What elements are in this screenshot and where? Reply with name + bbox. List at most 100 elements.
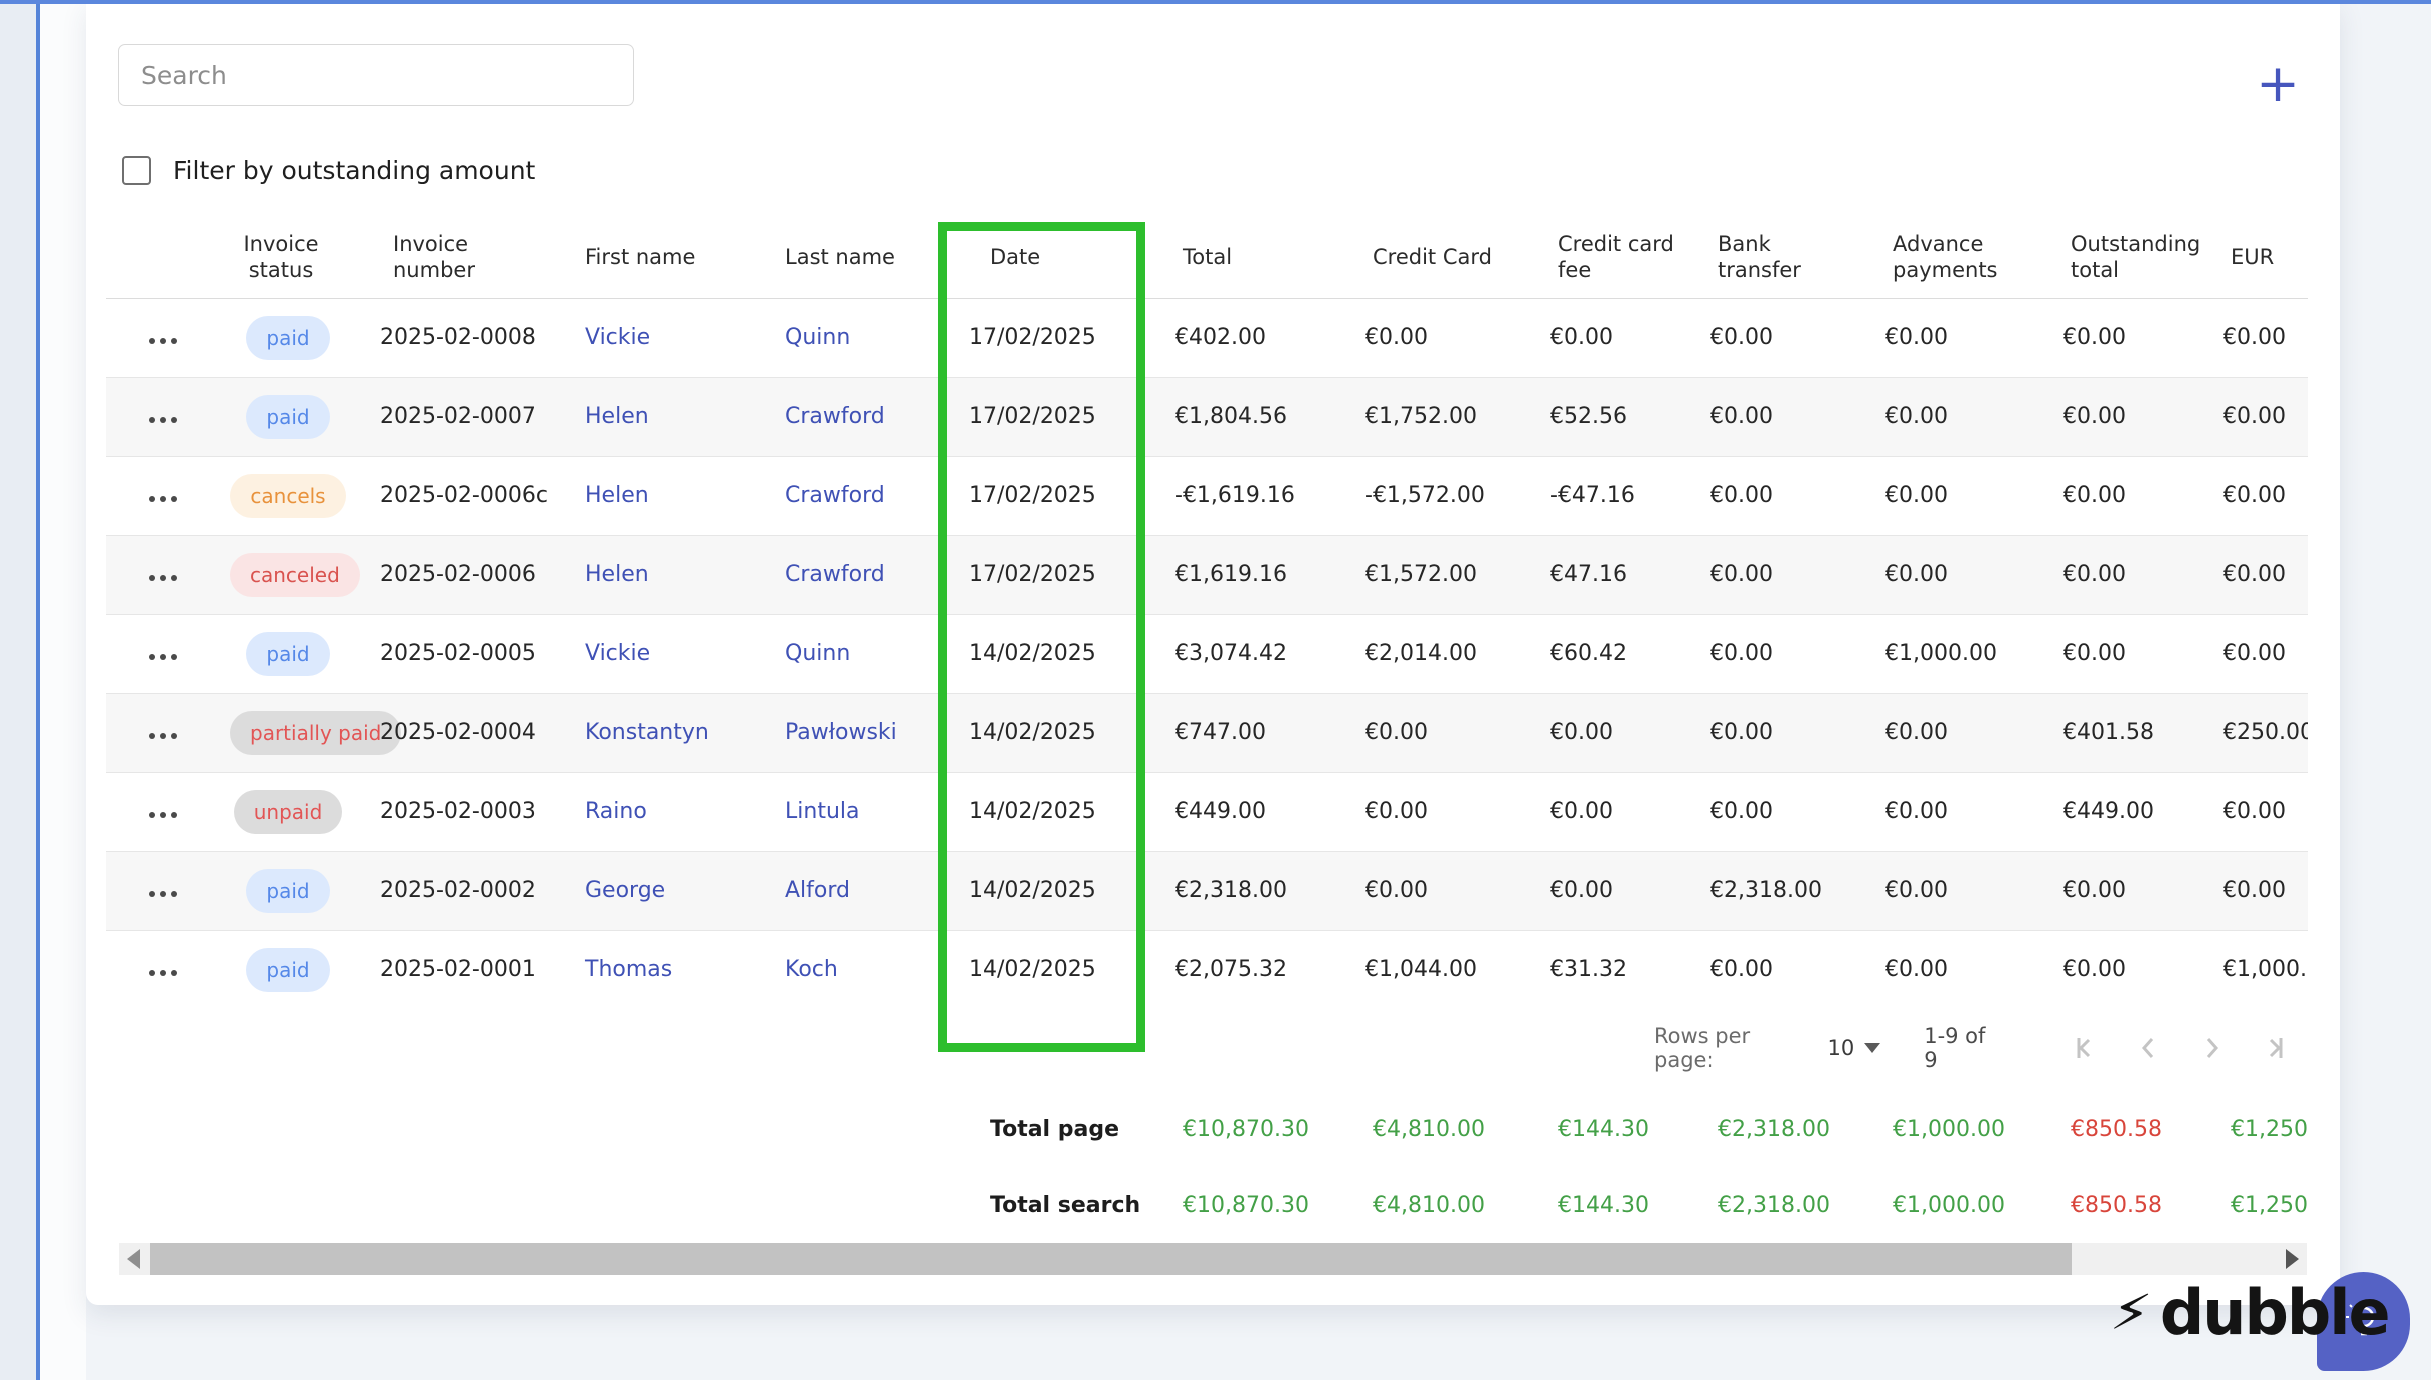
row-menu-button[interactable] — [149, 811, 177, 818]
amount-cell: €0.00 — [2039, 930, 2199, 1009]
horizontal-scrollbar[interactable] — [119, 1243, 2307, 1275]
amount-cell: €0.00 — [1550, 324, 1613, 350]
last-name-link[interactable]: Pawłowski — [785, 720, 897, 745]
date-cell: 14/02/2025 — [945, 772, 1151, 852]
first-name-link[interactable]: Konstantyn — [585, 720, 709, 745]
totals-value: €1,250.00 — [2231, 1193, 2308, 1218]
previous-page-button[interactable] — [2133, 1033, 2163, 1063]
table-row: paid 2025-02-0005 Vickie Quinn 14/02/2025 €3,… — [106, 614, 2308, 694]
last-name-link[interactable]: Lintula — [785, 799, 859, 824]
first-name-link[interactable]: Helen — [585, 404, 649, 429]
amount-cell: -€1,572.00 — [1341, 456, 1526, 536]
pagination: Rows per page: 10 1-9 of 9 — [1654, 1024, 2308, 1072]
amount-cell: €0.00 — [2199, 772, 2308, 852]
first-name-link[interactable]: Vickie — [585, 325, 650, 350]
date-cell: 14/02/2025 — [945, 614, 1151, 694]
date-cell: 17/02/2025 — [945, 456, 1151, 536]
first-name-link[interactable]: Helen — [585, 483, 649, 508]
column-header-invoice-number: Invoice number — [356, 216, 561, 299]
totals-value: €10,870.30 — [1183, 1193, 1309, 1218]
total-search-row: Total search €10,870.30 €4,810.00 €144.30 €2… — [106, 1186, 2308, 1230]
amount-cell: €0.00 — [1341, 772, 1526, 852]
amount-cell: €0.00 — [1686, 930, 1861, 1009]
row-menu-button[interactable] — [149, 574, 177, 581]
totals-value: €1,250.00 — [2231, 1117, 2308, 1142]
last-name-link[interactable]: Quinn — [785, 325, 850, 350]
amount-cell: €0.00 — [1710, 324, 1773, 350]
amount-cell: €0.00 — [1686, 614, 1861, 694]
last-name-link[interactable]: Crawford — [785, 404, 885, 429]
first-name-link[interactable]: Vickie — [585, 641, 650, 666]
column-header-credit-card: Credit Card — [1341, 216, 1526, 299]
amount-cell: -€1,619.16 — [1151, 456, 1341, 536]
column-header-outstanding-total: Outstanding total — [2039, 216, 2200, 299]
first-name-link[interactable]: Thomas — [585, 957, 672, 982]
row-menu-button[interactable] — [149, 416, 177, 423]
row-menu-button[interactable] — [149, 890, 177, 897]
totals-value: €850.58 — [2071, 1193, 2162, 1218]
amount-cell: €0.00 — [1861, 851, 2039, 931]
amount-cell: €0.00 — [2063, 324, 2126, 350]
invoices-table-zone: Invoice status Invoice number First name La… — [106, 0, 2308, 1305]
amount-cell: €1,000.00 — [1861, 614, 2039, 694]
amount-cell: €449.00 — [2039, 772, 2199, 852]
totals-value: €4,810.00 — [1373, 1193, 1485, 1218]
scroll-left-arrow-icon[interactable] — [127, 1249, 140, 1269]
last-name-link[interactable]: Crawford — [785, 483, 885, 508]
first-page-button[interactable] — [2069, 1033, 2099, 1063]
last-name-link[interactable]: Koch — [785, 957, 838, 982]
row-menu-button[interactable] — [149, 495, 177, 502]
first-name-link[interactable]: George — [585, 878, 665, 903]
amount-cell: €0.00 — [1365, 324, 1428, 350]
logo-text: dubble — [2159, 1276, 2391, 1349]
rows-per-page-label: Rows per page: — [1654, 1024, 1751, 1072]
rows-per-page-value: 10 — [1827, 1036, 1855, 1060]
amount-cell: €747.00 — [1151, 693, 1341, 773]
first-name-link[interactable]: Helen — [585, 562, 649, 587]
row-menu-button[interactable] — [149, 969, 177, 976]
amount-cell: €0.00 — [2039, 377, 2199, 457]
date-cell: 17/02/2025 — [945, 377, 1151, 457]
row-menu-button[interactable] — [149, 653, 177, 660]
totals-value: €850.58 — [2071, 1117, 2162, 1142]
amount-cell: €0.00 — [1526, 693, 1686, 773]
amount-cell: €0.00 — [1341, 693, 1526, 773]
row-menu-button[interactable] — [149, 337, 177, 344]
last-name-link[interactable]: Alford — [785, 878, 850, 903]
last-name-link[interactable]: Crawford — [785, 562, 885, 587]
amount-cell: €0.00 — [2199, 535, 2308, 615]
last-name-link[interactable]: Quinn — [785, 641, 850, 666]
amount-cell: €0.00 — [1885, 324, 1948, 350]
amount-cell: €0.00 — [2199, 614, 2308, 694]
chevron-down-icon — [1864, 1043, 1881, 1053]
column-header-first-name: First name — [561, 216, 761, 299]
column-header-advance-payments: Advance payments — [1861, 216, 2039, 299]
left-background-strip — [0, 0, 36, 1380]
amount-cell: €2,318.00 — [1151, 851, 1341, 931]
first-name-link[interactable]: Raino — [585, 799, 647, 824]
amount-cell: €0.00 — [1526, 851, 1686, 931]
amount-cell: €0.00 — [1686, 377, 1861, 457]
left-gutter — [40, 0, 86, 1380]
amount-cell: €402.00 — [1175, 324, 1266, 350]
date-cell: 14/02/2025 — [945, 693, 1151, 773]
row-menu-button[interactable] — [149, 732, 177, 739]
amount-cell: €1,000.00 — [2199, 930, 2308, 1009]
amount-cell: €449.00 — [1151, 772, 1341, 852]
next-page-button[interactable] — [2197, 1033, 2227, 1063]
scroll-right-arrow-icon[interactable] — [2286, 1249, 2299, 1269]
column-header-invoice-status: Invoice status — [206, 216, 356, 299]
totals-label: Total page — [990, 1117, 1120, 1142]
scrollbar-thumb[interactable] — [150, 1243, 2072, 1275]
amount-cell: -€47.16 — [1526, 456, 1686, 536]
status-badge: paid — [246, 948, 330, 992]
invoices-table: Invoice status Invoice number First name La… — [106, 216, 2308, 1009]
amount-cell: €31.32 — [1526, 930, 1686, 1009]
totals-value: €2,318.00 — [1718, 1117, 1830, 1142]
last-page-button[interactable] — [2261, 1033, 2291, 1063]
rows-per-page-select[interactable]: 10 — [1827, 1036, 1881, 1060]
totals-value: €1,000.00 — [1893, 1117, 2005, 1142]
amount-cell: €0.00 — [1861, 772, 2039, 852]
top-accent-bar — [0, 0, 2431, 4]
status-badge: paid — [246, 395, 330, 439]
